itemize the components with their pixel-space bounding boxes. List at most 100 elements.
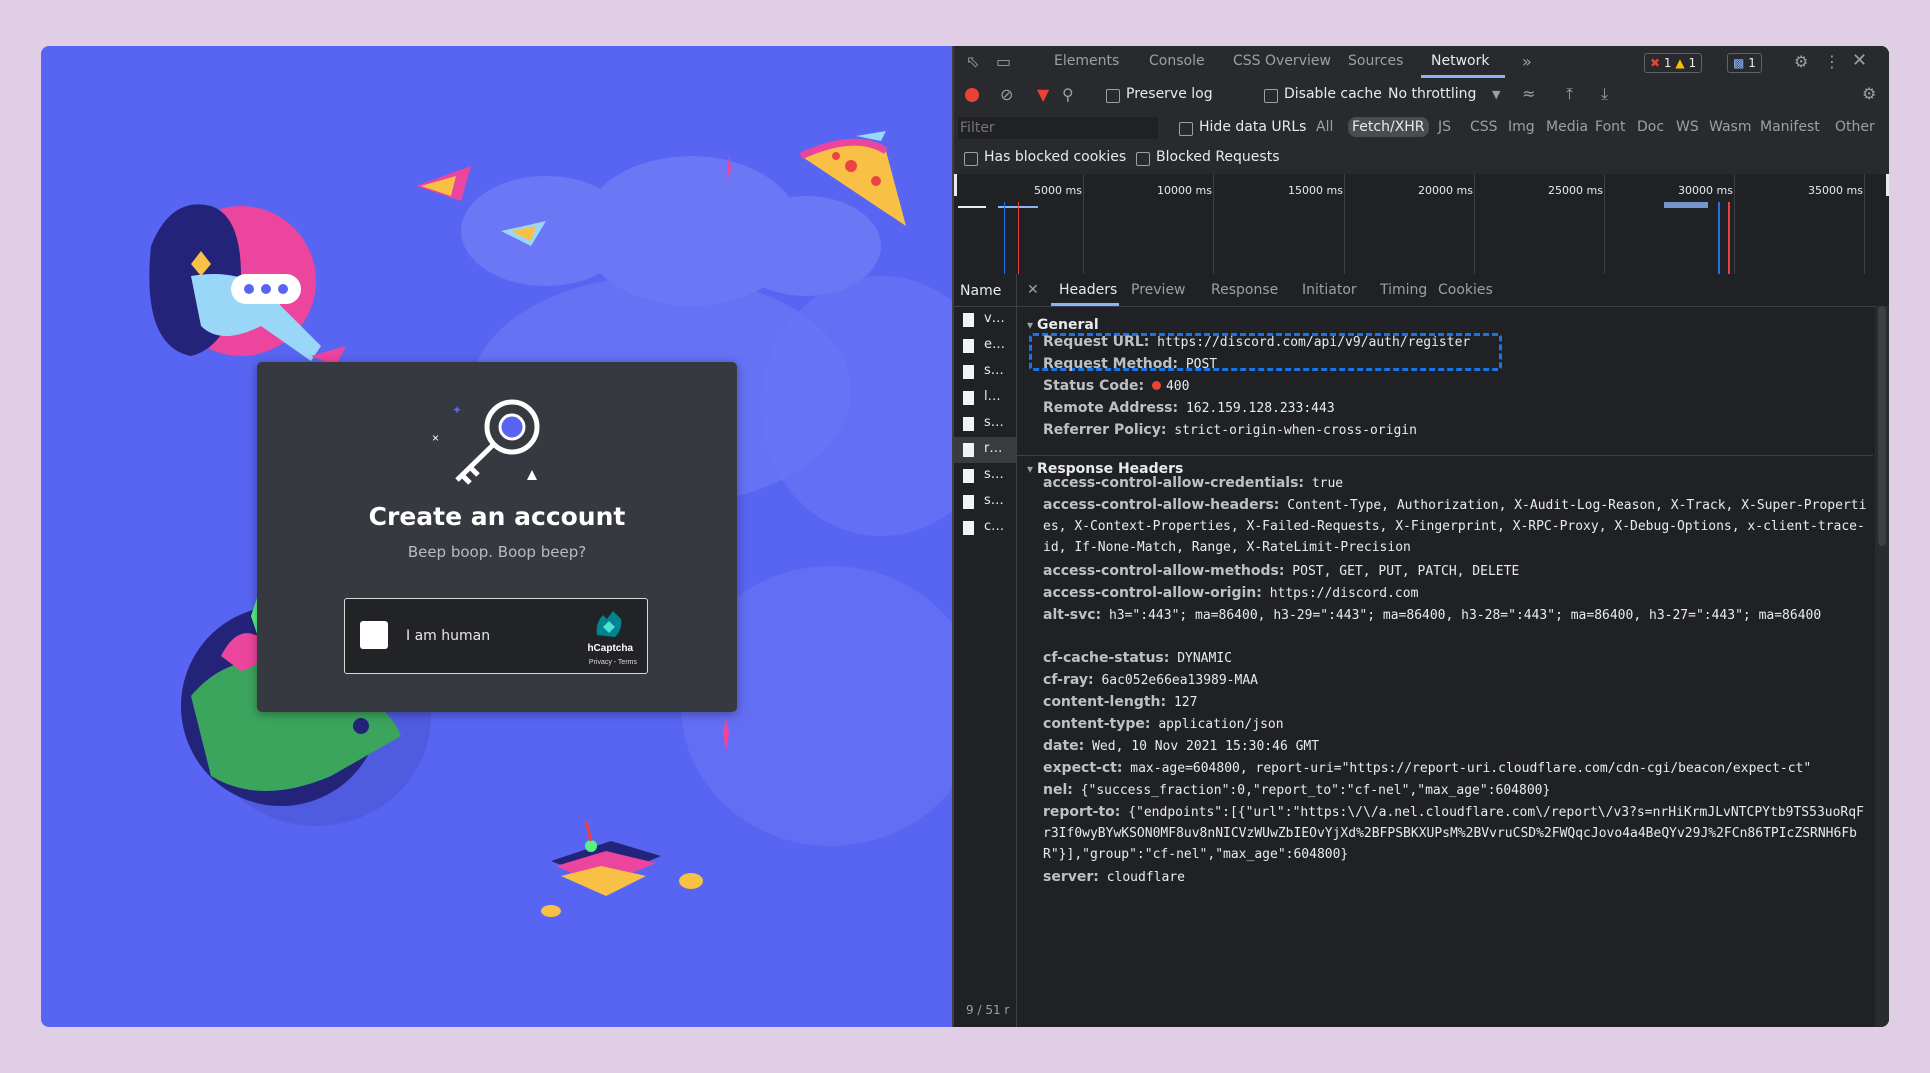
request-row[interactable]: s…	[954, 411, 1016, 437]
filter-type-js[interactable]: JS	[1434, 117, 1455, 137]
error-count: 1	[1663, 56, 1672, 70]
tab-response[interactable]: Response	[1211, 282, 1278, 298]
filter-type-all[interactable]: All	[1312, 117, 1337, 137]
request-row[interactable]: s…	[954, 489, 1016, 515]
header-key: Remote Address:	[1043, 400, 1179, 416]
blocked-requests-checkbox[interactable]	[1136, 152, 1151, 166]
header-value: max-age=604800, report-uri="https://repo…	[1130, 761, 1812, 776]
header-key: server:	[1043, 869, 1099, 885]
sparkle-icon	[727, 156, 731, 180]
settings-gear-icon[interactable]: ⚙	[1794, 54, 1808, 70]
search-icon[interactable]: ⚲	[1062, 87, 1074, 103]
has-blocked-cookies-checkbox[interactable]	[964, 152, 979, 166]
file-icon	[963, 495, 975, 509]
header-key: access-control-allow-origin:	[1043, 585, 1262, 601]
network-conditions-icon[interactable]: ≈	[1522, 86, 1535, 102]
timeline-handle-right[interactable]	[1886, 174, 1889, 196]
filter-icon[interactable]: ▼	[1037, 87, 1049, 103]
timeline-handle-left[interactable]	[954, 174, 958, 196]
request-row[interactable]: v…	[954, 307, 1016, 333]
record-icon[interactable]	[965, 88, 980, 102]
request-row[interactable]: s…	[954, 463, 1016, 489]
filter-type-font[interactable]: Font	[1591, 117, 1629, 137]
captcha-brand: hCaptcha	[587, 643, 633, 654]
scrollbar-thumb[interactable]	[1878, 306, 1886, 546]
create-account-modal: × ✦ Create an account Beep boop. Boop be…	[257, 362, 737, 712]
header-value: true	[1311, 476, 1344, 491]
tab-timing[interactable]: Timing	[1380, 282, 1427, 298]
kebab-menu-icon[interactable]: ⋮	[1824, 54, 1840, 70]
messages-badge[interactable]: ▩ 1	[1727, 53, 1762, 73]
hcaptcha-widget[interactable]: I am human hCaptcha Privacy - Terms	[344, 598, 648, 674]
filter-type-ws[interactable]: WS	[1672, 117, 1703, 137]
filter-bar: Hide data URLs All Fetch/XHR JS CSS Img …	[954, 112, 1889, 145]
tab-console[interactable]: Console	[1149, 53, 1205, 69]
clear-icon[interactable]: ⊘	[1000, 87, 1013, 103]
filter-type-css[interactable]: CSS	[1466, 117, 1502, 137]
response-header-row: content-type: application/json	[1043, 714, 1871, 735]
tab-network[interactable]: Network	[1431, 53, 1489, 69]
captcha-terms-link[interactable]: Privacy - Terms	[589, 659, 637, 666]
name-column-header[interactable]: Name	[954, 274, 1017, 307]
tab-css-overview[interactable]: CSS Overview	[1233, 53, 1331, 69]
filter-input[interactable]	[958, 117, 1159, 139]
network-settings-icon[interactable]: ⚙	[1862, 86, 1876, 102]
timeline-request-bar	[958, 206, 987, 208]
filter-type-other[interactable]: Other	[1831, 117, 1879, 137]
issues-badge[interactable]: ✖ 1 ▲ 1	[1644, 53, 1703, 73]
response-header-row: access-control-allow-origin: https://dis…	[1043, 583, 1871, 604]
close-details-icon[interactable]: ✕	[1027, 282, 1039, 298]
tab-initiator[interactable]: Initiator	[1302, 282, 1357, 298]
disable-cache-checkbox[interactable]	[1264, 89, 1279, 103]
close-icon[interactable]: ✕	[1852, 52, 1867, 70]
general-section-header[interactable]: General	[1027, 317, 1099, 333]
modal-subtitle: Beep boop. Boop beep?	[407, 543, 587, 561]
request-row[interactable]: l…	[954, 385, 1016, 411]
filter-type-fetch-xhr[interactable]: Fetch/XHR	[1348, 117, 1429, 137]
request-name: s…	[984, 493, 1004, 508]
header-key: content-type:	[1043, 716, 1151, 732]
modal-title: Create an account	[368, 502, 626, 531]
dom-content-loaded-line	[1004, 202, 1006, 274]
header-key: Referrer Policy:	[1043, 422, 1167, 438]
details-scrollbar[interactable]	[1875, 306, 1889, 1027]
hide-data-urls-checkbox[interactable]	[1179, 122, 1194, 136]
blocked-requests-label: Blocked Requests	[1156, 149, 1280, 165]
section-divider	[1017, 455, 1873, 456]
tab-elements[interactable]: Elements	[1054, 53, 1119, 69]
header-value: h3=":443"; ma=86400, h3-29=":443"; ma=86…	[1108, 608, 1822, 623]
throttling-select[interactable]: No throttling	[1388, 86, 1476, 102]
chevron-down-icon[interactable]: ▼	[1492, 87, 1500, 103]
device-toggle-icon[interactable]: ▭	[996, 54, 1011, 70]
export-har-icon[interactable]: ⤓	[1601, 86, 1608, 102]
header-value: POST	[1185, 357, 1218, 372]
filter-type-wasm[interactable]: Wasm	[1705, 117, 1755, 137]
header-key: report-to:	[1043, 804, 1121, 820]
preserve-log-checkbox[interactable]	[1106, 89, 1121, 103]
timeline-gridline	[1734, 174, 1736, 274]
network-timeline-overview[interactable]: 5000 ms 10000 ms 15000 ms 20000 ms 25000…	[954, 174, 1889, 275]
captcha-checkbox[interactable]	[360, 621, 388, 649]
request-row[interactable]: s…	[954, 359, 1016, 385]
disable-cache-label: Disable cache	[1284, 86, 1382, 102]
import-har-icon[interactable]: ⤒	[1566, 86, 1573, 102]
inspect-element-icon[interactable]: ⬁	[966, 54, 979, 70]
filter-type-media[interactable]: Media	[1542, 117, 1592, 137]
timeline-gridline	[1344, 174, 1346, 274]
tab-preview[interactable]: Preview	[1131, 282, 1186, 298]
filter-type-doc[interactable]: Doc	[1633, 117, 1668, 137]
tab-headers[interactable]: Headers	[1059, 282, 1117, 298]
more-tabs-icon[interactable]: »	[1522, 54, 1532, 70]
tab-cookies[interactable]: Cookies	[1438, 282, 1493, 298]
filter-type-manifest[interactable]: Manifest	[1756, 117, 1824, 137]
request-row[interactable]: r…	[954, 437, 1017, 463]
request-row[interactable]: c…	[954, 515, 1016, 541]
request-name: s…	[984, 467, 1004, 482]
hide-data-urls-label: Hide data URLs	[1199, 119, 1307, 135]
request-row[interactable]: e…	[954, 333, 1016, 359]
header-key: Request URL:	[1043, 334, 1150, 350]
timeline-gridline	[1213, 174, 1215, 274]
filter-type-img[interactable]: Img	[1504, 117, 1539, 137]
tab-sources[interactable]: Sources	[1348, 53, 1403, 69]
header-key: nel:	[1043, 782, 1073, 798]
